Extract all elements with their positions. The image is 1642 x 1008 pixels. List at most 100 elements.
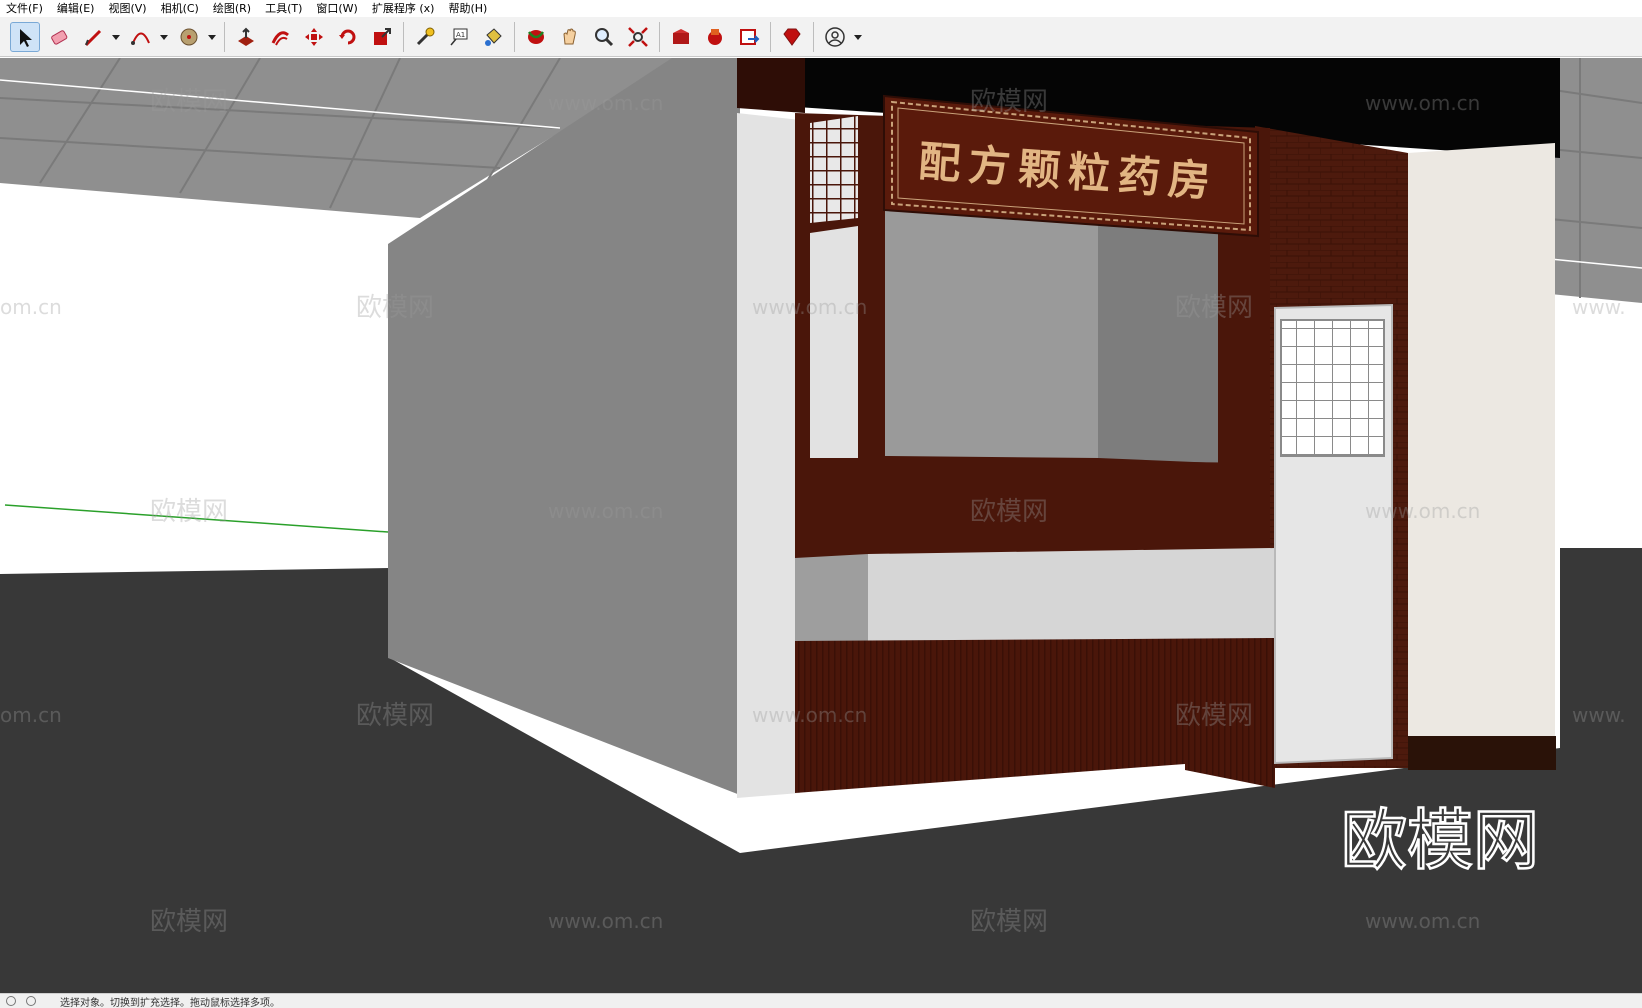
shape-circle-icon [178,26,200,48]
orbit-icon [525,26,547,48]
extension-warehouse-icon [704,26,726,48]
watermark: 欧模网 [970,907,1048,937]
toolbar-separator [813,22,814,52]
pencil-line-icon [82,26,104,48]
status-bar: 选择对象。切换到扩充选择。拖动鼠标选择多项。 [0,993,1642,1008]
brand-watermark-large: 欧模网 [1341,802,1539,879]
menu-item[interactable]: 视图(V) [101,0,153,17]
modeling-viewport[interactable]: 配方颗粒药房 欧模网 www.om.cn 欧模网 www.om.cn om.cn… [0,58,1642,993]
layout-send-icon [738,26,760,48]
watermark: www. [1572,703,1626,727]
watermark: 欧模网 [150,497,228,527]
paint-bucket-icon [482,26,504,48]
tape-measure-tool-button[interactable] [410,22,440,52]
left-lattice [810,116,858,223]
ruby-console-icon [781,26,803,48]
text-label-icon: A1 [448,26,470,48]
toolbar-separator [770,22,771,52]
rotate-tool-button[interactable] [333,22,363,52]
watermark: www.om.cn [548,909,663,933]
entry-door [1275,305,1392,763]
scale-tool-button[interactable] [367,22,397,52]
scale-icon [371,26,393,48]
paint-bucket-tool-button[interactable] [478,22,508,52]
right-pillar [1408,143,1555,748]
push-pull-icon [235,26,257,48]
watermark: www.om.cn [548,91,663,115]
watermark: 欧模网 [970,87,1048,117]
credits-icon[interactable] [26,996,36,1006]
eraser-tool-button[interactable] [44,22,74,52]
wall-front-strip [737,113,800,798]
watermark: 欧模网 [1175,293,1253,323]
watermark: 欧模网 [970,497,1048,527]
watermark: 欧模网 [150,907,228,937]
rotate-icon [337,26,359,48]
watermark: 欧模网 [356,701,434,731]
3d-warehouse-icon [670,26,692,48]
select-arrow-icon [14,26,36,48]
menu-item[interactable]: 绘图(R) [206,0,258,17]
pencil-line-tool-button[interactable] [78,22,108,52]
offset-tool-button[interactable] [265,22,295,52]
zoom-tool-button[interactable] [589,22,619,52]
floor-right [1560,548,1642,778]
chevron-down-icon[interactable] [110,22,122,52]
menu-item[interactable]: 工具(T) [258,0,309,17]
watermark: www. [1572,295,1626,319]
3d-warehouse-tool-button[interactable] [666,22,696,52]
watermark: 欧模网 [150,87,228,117]
move-tool-button[interactable] [299,22,329,52]
3d-scene[interactable]: 配方颗粒药房 欧模网 www.om.cn 欧模网 www.om.cn om.cn… [0,58,1642,993]
svg-text:A1: A1 [456,31,465,39]
watermark: www.om.cn [1365,909,1480,933]
text-label-tool-button[interactable]: A1 [444,22,474,52]
watermark: om.cn [0,295,62,319]
menu-item[interactable]: 编辑(E) [50,0,102,17]
ruby-console-tool-button[interactable] [777,22,807,52]
account-user-icon [824,26,846,48]
select-arrow-tool-button[interactable] [10,22,40,52]
layout-send-tool-button[interactable] [734,22,764,52]
counter-opening-right [1098,223,1218,463]
pan-hand-tool-button[interactable] [555,22,585,52]
menu-item[interactable]: 扩展程序 (x) [365,0,442,17]
menu-item[interactable]: 相机(C) [154,0,206,17]
watermark: 欧模网 [1175,701,1253,731]
watermark: www.om.cn [1365,499,1480,523]
watermark: 欧模网 [356,293,434,323]
toolbar-separator [224,22,225,52]
push-pull-tool-button[interactable] [231,22,261,52]
pillar-base [1408,736,1556,770]
shape-circle-tool-button[interactable] [174,22,204,52]
tape-measure-icon [414,26,436,48]
menu-item[interactable]: 文件(F) [0,0,50,17]
menu-bar: 文件(F)编辑(E)视图(V)相机(C)绘图(R)工具(T)窗口(W)扩展程序 … [0,0,1642,17]
move-icon [303,26,325,48]
counter-opening [885,203,1098,458]
toolbar-separator [514,22,515,52]
zoom-extents-icon [627,26,649,48]
orbit-tool-button[interactable] [521,22,551,52]
zoom-extents-tool-button[interactable] [623,22,653,52]
pan-hand-icon [559,26,581,48]
watermark: www.om.cn [752,703,867,727]
extension-warehouse-tool-button[interactable] [700,22,730,52]
watermark: www.om.cn [548,499,663,523]
menu-item[interactable]: 窗口(W) [309,0,364,17]
chevron-down-icon[interactable] [158,22,170,52]
eraser-icon [48,26,70,48]
arc-tool-button[interactable] [126,22,156,52]
arc-icon [130,26,152,48]
watermark: www.om.cn [752,295,867,319]
geolocation-icon[interactable] [6,996,16,1006]
account-user-tool-button[interactable] [820,22,850,52]
left-glass [810,226,858,458]
chevron-down-icon[interactable] [206,22,218,52]
menu-item[interactable]: 帮助(H) [441,0,494,17]
main-toolbar: A1 [0,17,1642,57]
chevron-down-icon[interactable] [852,22,864,52]
toolbar-separator [403,22,404,52]
status-text: 选择对象。切换到扩充选择。拖动鼠标选择多项。 [60,994,280,1008]
header-wood [737,58,805,113]
